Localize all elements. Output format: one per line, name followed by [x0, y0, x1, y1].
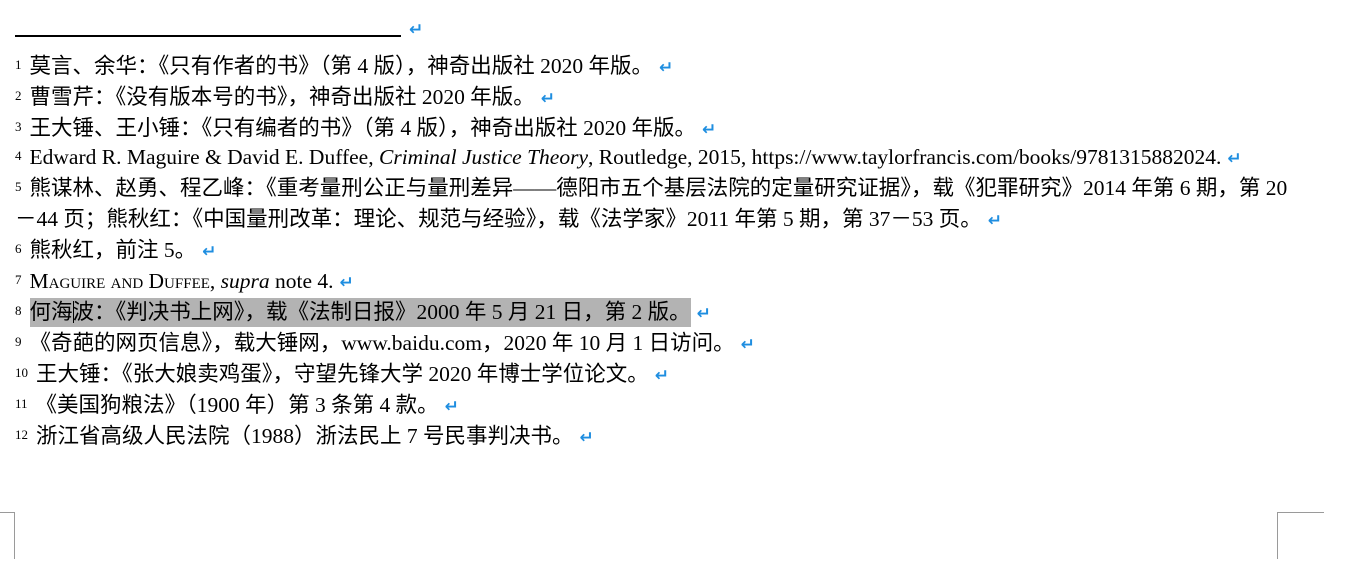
footnote-separator: ,	[209, 269, 221, 293]
paragraph-mark-icon: ↵	[202, 242, 217, 262]
footnote-2[interactable]: 2 曹雪芹：《没有版本号的书》，神奇出版社 2020 年版。 ↵	[15, 82, 1305, 113]
footnote-number: 12	[15, 427, 28, 442]
footnote-text: 熊谋林、赵勇、程乙峰：《重考量刑公正与量刑差异——德阳市五个基层法院的定量研究证…	[15, 176, 1288, 231]
footnote-number: 9	[15, 334, 22, 349]
footnote-number: 6	[15, 241, 22, 256]
footnote-text: 《奇葩的网页信息》，载大锤网，www.baidu.com，2020 年 10 月…	[29, 331, 735, 355]
paragraph-mark-icon: ↵	[987, 211, 1002, 231]
footnote-separator-line	[15, 35, 401, 37]
footnote-supra: supra	[220, 269, 270, 293]
footnote-number: 2	[15, 88, 22, 103]
footnote-number: 11	[15, 396, 28, 411]
paragraph-mark-icon: ↵	[702, 120, 717, 140]
footnote-10[interactable]: 10 王大锤：《张大娘卖鸡蛋》，守望先锋大学 2020 年博士学位论文。 ↵	[15, 359, 1305, 390]
footnote-text: 熊秋红，前注 5。	[29, 238, 197, 262]
footnote-9[interactable]: 9 《奇葩的网页信息》，载大锤网，www.baidu.com，2020 年 10 …	[15, 328, 1305, 359]
footnote-6[interactable]: 6 熊秋红，前注 5。 ↵	[15, 235, 1305, 266]
footnote-number: 4	[15, 148, 22, 163]
page-margin-corner-right	[1277, 512, 1324, 559]
footnote-book-title: Criminal Justice Theory	[378, 145, 588, 169]
footnote-12[interactable]: 12 浙江省高级人民法院（1988）浙法民上 7 号民事判决书。 ↵	[15, 421, 1305, 452]
footnote-text: 《美国狗粮法》（1900 年）第 3 条第 4 款。	[35, 393, 439, 417]
footnote-text: 何海	[29, 300, 73, 324]
footnote-text-authors: Edward R. Maguire & David E. Duffee,	[29, 145, 379, 169]
footnote-number: 7	[15, 272, 22, 287]
footnote-number: 1	[15, 57, 22, 72]
footnote-text: 波：《判决书上网》，载《法制日报》2000 年 5 月 21 日，第 2 版。	[72, 300, 691, 324]
paragraph-mark-icon: ↵	[409, 20, 424, 40]
paragraph-mark-icon: ↵	[444, 397, 459, 417]
footnote-text: 曹雪芹：《没有版本号的书》，神奇出版社 2020 年版。	[29, 85, 535, 109]
footnote-number: 3	[15, 119, 22, 134]
footnote-text: 莫言、余华：《只有作者的书》（第 4 版），神奇出版社 2020 年版。	[29, 54, 654, 78]
paragraph-mark-icon: ↵	[579, 428, 594, 448]
footnote-5[interactable]: 5 熊谋林、赵勇、程乙峰：《重考量刑公正与量刑差异——德阳市五个基层法院的定量研究…	[15, 173, 1305, 235]
footnote-number: 10	[15, 365, 28, 380]
paragraph-mark-icon: ↵	[339, 273, 354, 293]
paragraph-mark-icon: ↵	[696, 304, 711, 324]
footnote-text-note: note 4.	[269, 269, 334, 293]
footnote-4[interactable]: 4 Edward R. Maguire & David E. Duffee, Cr…	[15, 144, 1305, 171]
selected-text-highlight[interactable]: 何海波：《判决书上网》，载《法制日报》2000 年 5 月 21 日，第 2 版…	[29, 298, 691, 327]
footnote-text: 浙江省高级人民法院（1988）浙法民上 7 号民事判决书。	[36, 424, 574, 448]
footnote-text-publisher: , Routledge, 2015, https://www.taylorfra…	[588, 145, 1222, 169]
footnote-text: 王大锤、王小锤：《只有编者的书》（第 4 版），神奇出版社 2020 年版。	[29, 116, 697, 140]
paragraph-mark-icon: ↵	[740, 335, 755, 355]
paragraph-mark-icon: ↵	[654, 366, 670, 386]
footnote-authors-smallcaps: Maguire and Duffee	[29, 269, 210, 293]
footnote-3[interactable]: 3 王大锤、王小锤：《只有编者的书》（第 4 版），神奇出版社 2020 年版。 ↵	[15, 113, 1305, 144]
footnote-number: 5	[15, 179, 22, 194]
footnote-text: 王大锤：《张大娘卖鸡蛋》，守望先锋大学 2020 年博士学位论文。	[36, 362, 649, 386]
footnote-number: 8	[15, 303, 22, 318]
footnote-1[interactable]: 1 莫言、余华：《只有作者的书》（第 4 版），神奇出版社 2020 年版。 ↵	[15, 51, 1305, 82]
paragraph-mark-icon: ↵	[659, 58, 674, 78]
footnote-11[interactable]: 11 《美国狗粮法》（1900 年）第 3 条第 4 款。 ↵	[15, 390, 1305, 421]
paragraph-mark-icon: ↵	[540, 89, 556, 109]
footnote-7[interactable]: 7 Maguire and Duffee, supra note 4. ↵	[15, 266, 1305, 297]
page-margin-corner-left	[0, 512, 15, 559]
footnotes-area[interactable]: 1 莫言、余华：《只有作者的书》（第 4 版），神奇出版社 2020 年版。 ↵ 2…	[15, 51, 1305, 452]
footnote-8[interactable]: 8 何海波：《判决书上网》，载《法制日报》2000 年 5 月 21 日，第 2 …	[15, 297, 1305, 328]
paragraph-mark-icon: ↵	[1227, 149, 1242, 169]
